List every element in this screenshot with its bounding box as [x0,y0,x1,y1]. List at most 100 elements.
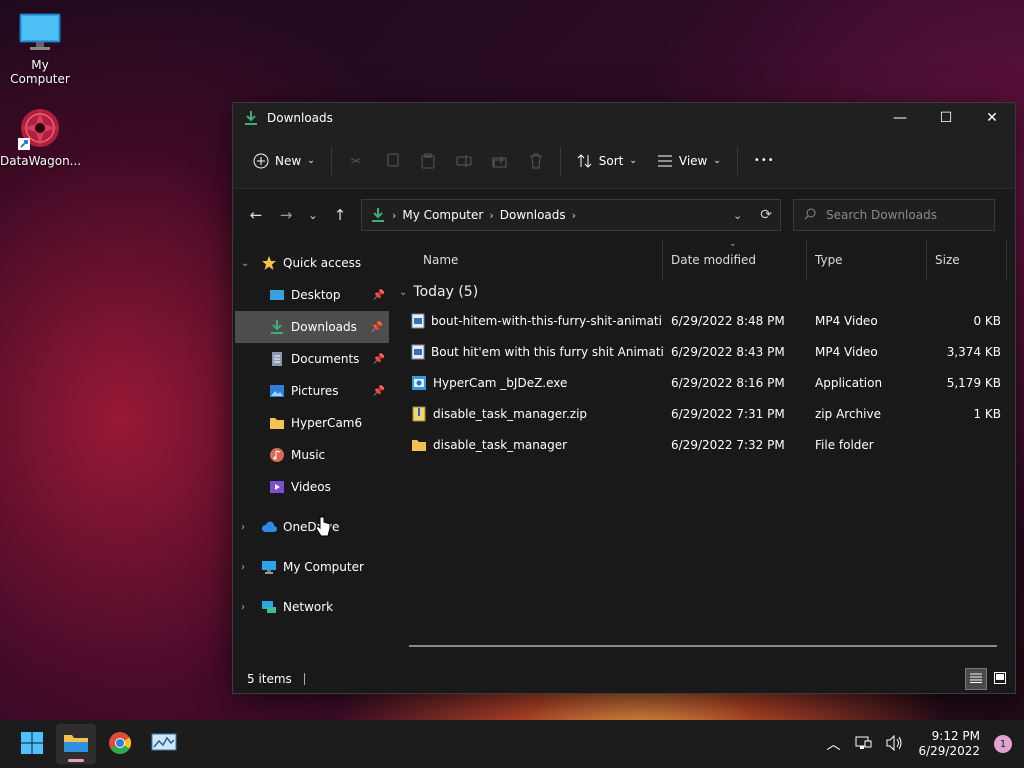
sidebar-item-label: Videos [291,480,331,494]
sidebar-item-pictures[interactable]: Pictures 📌 [233,375,391,407]
file-size: 1 KB [973,406,1001,421]
sidebar-item-documents[interactable]: Documents 📌 [233,343,391,375]
file-type: MP4 Video [815,313,878,328]
group-header-today[interactable]: ⌄ Today (5) [391,279,1015,305]
chevron-right-icon: › [489,208,494,222]
sidebar-item-downloads[interactable]: Downloads 📌 [235,311,389,343]
status-divider [303,673,305,685]
back-button[interactable]: ← [241,200,271,230]
clock[interactable]: 9:12 PM 6/29/2022 [918,729,980,759]
chevron-right-icon: › [571,208,577,222]
toolbar-divider [736,146,738,175]
delete-button[interactable] [518,147,554,175]
file-row[interactable]: Bout hit'em with this furry shit Animati… [391,336,1015,367]
sidebar-item-hypercam6[interactable]: HyperCam6 [233,407,391,439]
file-size: 5,179 KB [946,375,1001,390]
sidebar-item-label: Quick access [283,256,362,270]
taskbar-file-explorer[interactable] [56,724,96,764]
details-view-button[interactable] [965,668,987,690]
address-dropdown-chevron-icon[interactable]: ⌄ [733,209,742,222]
video-icon [269,479,285,495]
pin-icon: 📌 [372,289,385,301]
chevron-down-icon: ⌄ [308,208,318,222]
pictures-icon [269,383,285,399]
breadcrumb-my-computer[interactable]: My Computer [402,208,483,222]
sidebar-item-music[interactable]: Music [233,439,391,471]
view-button[interactable]: View ⌄ [647,147,731,175]
file-row[interactable]: bout-hitem-with-this-furry-shit-animati.… [391,305,1015,336]
file-row[interactable]: disable_task_manager.zip 6/29/2022 7:31 … [391,398,1015,429]
forward-button[interactable]: → [271,200,301,230]
video-file-icon [411,344,425,360]
plus-circle-icon [253,153,269,169]
file-date: 6/29/2022 8:43 PM [671,344,785,359]
file-size: 3,374 KB [946,344,1001,359]
network-status-icon[interactable] [854,735,872,754]
rename-icon [456,153,472,169]
column-header-size[interactable]: Size [927,241,1007,279]
rename-button[interactable] [446,147,482,175]
desktop-icon-label: DataWagon... [0,154,82,168]
sidebar-item-label: Music [291,448,326,462]
horizontal-scrollbar[interactable] [409,645,997,647]
breadcrumb-downloads[interactable]: Downloads [500,208,566,222]
new-button[interactable]: New ⌄ [243,147,325,175]
file-row[interactable]: HyperCam _bJDeZ.exe 6/29/2022 8:16 PM Ap… [391,367,1015,398]
refresh-icon[interactable]: ⟳ [760,207,772,223]
column-header-name[interactable]: Name [391,241,663,279]
clock-date: 6/29/2022 [918,744,980,758]
sidebar-item-videos[interactable]: Videos [233,471,391,503]
taskbar-app-monitor[interactable] [144,724,184,764]
folder-icon [411,437,427,453]
music-icon [269,447,285,463]
sidebar-item-network[interactable]: › Network [233,591,391,623]
maximize-button[interactable]: ☐ [923,103,969,133]
arrow-up-icon: ↑ [333,206,347,224]
sort-chevron-icon: ⌄ [729,239,737,249]
desktop-icon-datawagon[interactable]: DataWagon... [0,106,82,168]
system-tray: ︿ 9:12 PM 6/29/2022 1 [826,729,1024,759]
application-icon [411,375,427,391]
more-options-button[interactable]: ••• [744,149,785,172]
start-button[interactable] [12,724,52,764]
copy-button[interactable] [374,147,410,175]
file-type: MP4 Video [815,344,878,359]
chevron-up-icon[interactable]: ︿ [826,734,840,754]
sort-arrows-icon [577,153,593,169]
folder-icon [63,732,89,757]
tiles-view-button[interactable] [989,668,1011,690]
search-box[interactable]: Search Downloads [793,199,995,231]
file-name: disable_task_manager.zip [433,406,588,421]
volume-icon[interactable] [886,734,904,754]
up-button[interactable]: ↑ [325,200,355,230]
scissors-icon: ✂ [350,153,361,168]
minimize-button[interactable]: — [877,103,923,133]
arrow-right-icon: → [279,206,293,224]
column-header-date-modified[interactable]: Date modified ⌄ [663,239,807,279]
notification-badge[interactable]: 1 [994,735,1012,753]
taskbar-chrome[interactable] [100,724,140,764]
share-button[interactable] [482,147,518,175]
close-button[interactable]: ✕ [969,103,1015,133]
sort-label: Sort [598,153,624,168]
sidebar-item-my-computer[interactable]: › My Computer [233,551,391,583]
new-label: New [275,153,302,168]
column-header-label: Date modified [671,253,757,267]
address-bar[interactable]: › My Computer › Downloads › ⌄ ⟳ [361,199,781,231]
sidebar-item-quick-access[interactable]: ⌄ Quick access [233,247,391,279]
file-row[interactable]: disable_task_manager 6/29/2022 7:32 PM F… [391,429,1015,460]
sidebar-item-desktop[interactable]: Desktop 📌 [233,279,391,311]
chevron-down-icon: ⌄ [713,155,721,166]
sidebar-item-label: Network [283,600,334,614]
zip-file-icon [411,406,427,422]
chevron-down-icon: ⌄ [307,155,315,166]
sidebar-item-onedrive[interactable]: › OneDrive [233,511,391,543]
column-header-type[interactable]: Type [807,241,927,279]
cut-button[interactable]: ✂ [338,147,374,175]
sort-button[interactable]: Sort ⌄ [567,147,647,175]
desktop-icon-my-computer[interactable]: My Computer [0,10,80,86]
paste-button[interactable] [410,147,446,175]
recent-locations-button[interactable]: ⌄ [301,200,325,230]
search-icon [804,208,816,223]
title-bar[interactable]: Downloads — ☐ ✕ [233,103,1015,133]
